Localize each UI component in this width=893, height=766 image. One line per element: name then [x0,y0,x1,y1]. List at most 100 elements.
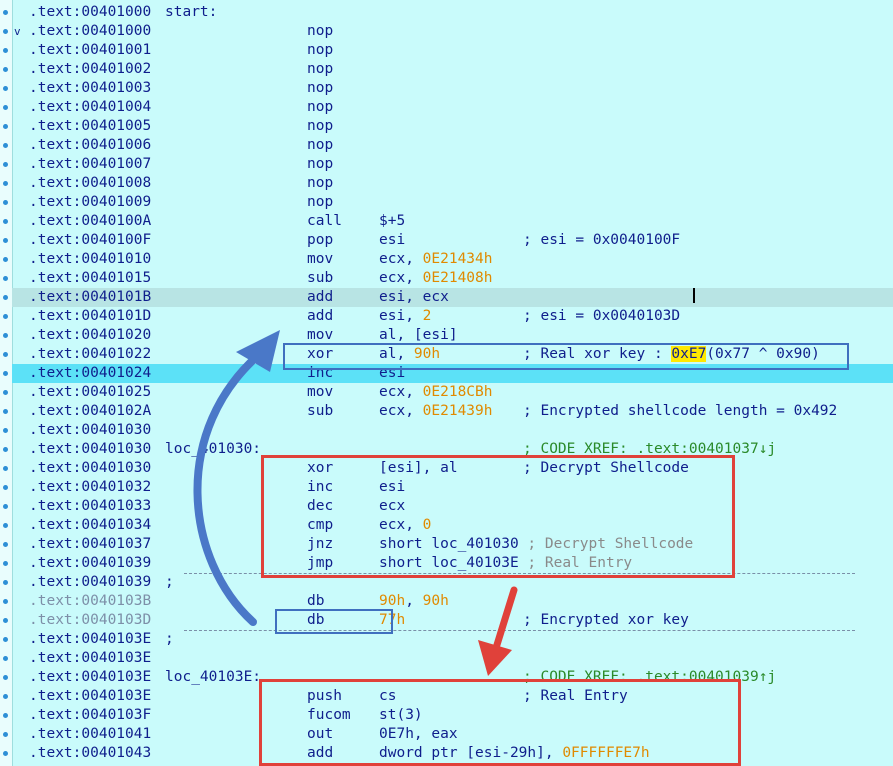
asm-line[interactable]: .text:0040101B add esi, ecx [12,288,893,307]
breakpoint-marker[interactable] [3,713,8,718]
operands[interactable]: esi [379,231,405,250]
asm-line[interactable]: .text:0040103B db 90h, 90h [12,592,893,611]
asm-line[interactable]: .text:0040103E; [12,630,893,649]
line-comment[interactable]: ; Encrypted xor key [523,611,689,630]
asm-line[interactable]: .text:00401004 nop [12,98,893,117]
breakpoint-marker[interactable] [3,523,8,528]
mnemonic[interactable]: mov [307,250,333,269]
asm-line[interactable]: .text:0040103E [12,649,893,668]
asm-line[interactable]: .text:00401007 nop [12,155,893,174]
mnemonic[interactable]: nop [307,174,333,193]
breakpoint-marker[interactable] [3,561,8,566]
breakpoint-marker[interactable] [3,618,8,623]
operands[interactable]: ecx, 0E21434h [379,250,493,269]
disassembly-view[interactable]: .text:00401000 start: v .text:00401000 nop .t… [0,0,893,766]
mnemonic[interactable]: nop [307,41,333,60]
line-comment[interactable]: ; esi = 0x0040100F [523,231,680,250]
breakpoint-marker[interactable] [3,219,8,224]
breakpoint-marker[interactable] [3,257,8,262]
line-comment[interactable]: ; Encrypted shellcode length = 0x492 [523,402,837,421]
code-label[interactable]: start: [165,3,217,22]
breakpoint-marker[interactable] [3,542,8,547]
mnemonic[interactable]: add [307,307,333,326]
breakpoint-marker[interactable] [3,333,8,338]
code-label[interactable]: loc_401030: [165,440,261,459]
breakpoint-marker[interactable] [3,314,8,319]
breakpoint-marker[interactable] [3,86,8,91]
operands[interactable]: ecx, 0E21439h [379,402,493,421]
breakpoint-marker[interactable] [3,390,8,395]
breakpoint-marker[interactable] [3,143,8,148]
asm-line[interactable]: .text:00401001 nop [12,41,893,60]
asm-line[interactable]: .text:00401010 mov ecx, 0E21434h [12,250,893,269]
breakpoint-marker[interactable] [3,466,8,471]
asm-line[interactable]: v .text:00401000 nop [12,22,893,41]
asm-line[interactable]: .text:00401008 nop [12,174,893,193]
mnemonic[interactable]: call [307,212,342,231]
breakpoint-marker[interactable] [3,637,8,642]
operands[interactable]: esi, ecx [379,288,449,307]
breakpoint-marker[interactable] [3,295,8,300]
breakpoint-marker[interactable] [3,428,8,433]
mnemonic[interactable]: nop [307,117,333,136]
breakpoint-marker[interactable] [3,447,8,452]
breakpoint-marker[interactable] [3,675,8,680]
breakpoint-marker[interactable] [3,105,8,110]
breakpoint-marker[interactable] [3,371,8,376]
breakpoint-marker[interactable] [3,751,8,756]
mnemonic[interactable]: pop [307,231,333,250]
mnemonic[interactable]: nop [307,98,333,117]
asm-line[interactable]: .text:00401000 start: [12,3,893,22]
asm-line[interactable]: .text:0040103D db 77h; Encrypted xor key [12,611,893,630]
mnemonic[interactable]: sub [307,402,333,421]
breakpoint-marker[interactable] [3,48,8,53]
breakpoint-marker[interactable] [3,485,8,490]
breakpoint-marker[interactable] [3,200,8,205]
mnemonic[interactable]: nop [307,22,333,41]
mnemonic[interactable]: nop [307,79,333,98]
operands[interactable]: ecx, 0E21408h [379,269,493,288]
breakpoint-marker[interactable] [3,732,8,737]
mnemonic[interactable]: nop [307,60,333,79]
asm-line[interactable]: .text:0040100A call $+5 [12,212,893,231]
line-address: .text:00401006 [29,137,152,153]
mnemonic[interactable]: nop [307,155,333,174]
breakpoint-marker[interactable] [3,162,8,167]
breakpoint-marker[interactable] [3,504,8,509]
mnemonic[interactable]: add [307,288,333,307]
line-comment[interactable]: ; esi = 0x0040103D [523,307,680,326]
asm-line[interactable]: .text:0040101D add esi, 2 ; esi = 0x0040103… [12,307,893,326]
operands[interactable]: $+5 [379,212,405,231]
mnemonic[interactable]: nop [307,193,333,212]
code-label[interactable]: loc_40103E: [165,668,261,687]
chevron-down-icon[interactable]: v [14,22,21,41]
breakpoint-marker[interactable] [3,181,8,186]
asm-line[interactable]: .text:00401009 nop [12,193,893,212]
asm-line[interactable]: .text:00401005 nop [12,117,893,136]
breakpoint-marker[interactable] [3,29,8,34]
asm-line[interactable]: .text:00401003 nop [12,79,893,98]
breakpoint-marker[interactable] [3,656,8,661]
breakpoint-marker[interactable] [3,580,8,585]
breakpoint-marker[interactable] [3,10,8,15]
asm-line[interactable]: .text:0040102A sub ecx, 0E21439h ; Encrypte… [12,402,893,421]
breakpoint-marker[interactable] [3,276,8,281]
breakpoint-marker[interactable] [3,352,8,357]
breakpoint-marker[interactable] [3,694,8,699]
mnemonic[interactable]: nop [307,136,333,155]
breakpoint-marker[interactable] [3,238,8,243]
operands[interactable]: esi, 2 [379,307,431,326]
breakpoint-marker[interactable] [3,409,8,414]
operands[interactable]: ecx, 0E218CBh [379,383,493,402]
asm-line[interactable]: .text:0040100F pop esi ; esi = 0x0040100F [12,231,893,250]
asm-line[interactable]: .text:00401025 mov ecx, 0E218CBh [12,383,893,402]
breakpoint-marker[interactable] [3,124,8,129]
asm-line[interactable]: .text:00401006 nop [12,136,893,155]
mnemonic[interactable]: mov [307,383,333,402]
mnemonic[interactable]: sub [307,269,333,288]
asm-line[interactable]: .text:00401030 [12,421,893,440]
breakpoint-marker[interactable] [3,67,8,72]
asm-line[interactable]: .text:00401002 nop [12,60,893,79]
asm-line[interactable]: .text:00401015 sub ecx, 0E21408h [12,269,893,288]
breakpoint-marker[interactable] [3,599,8,604]
